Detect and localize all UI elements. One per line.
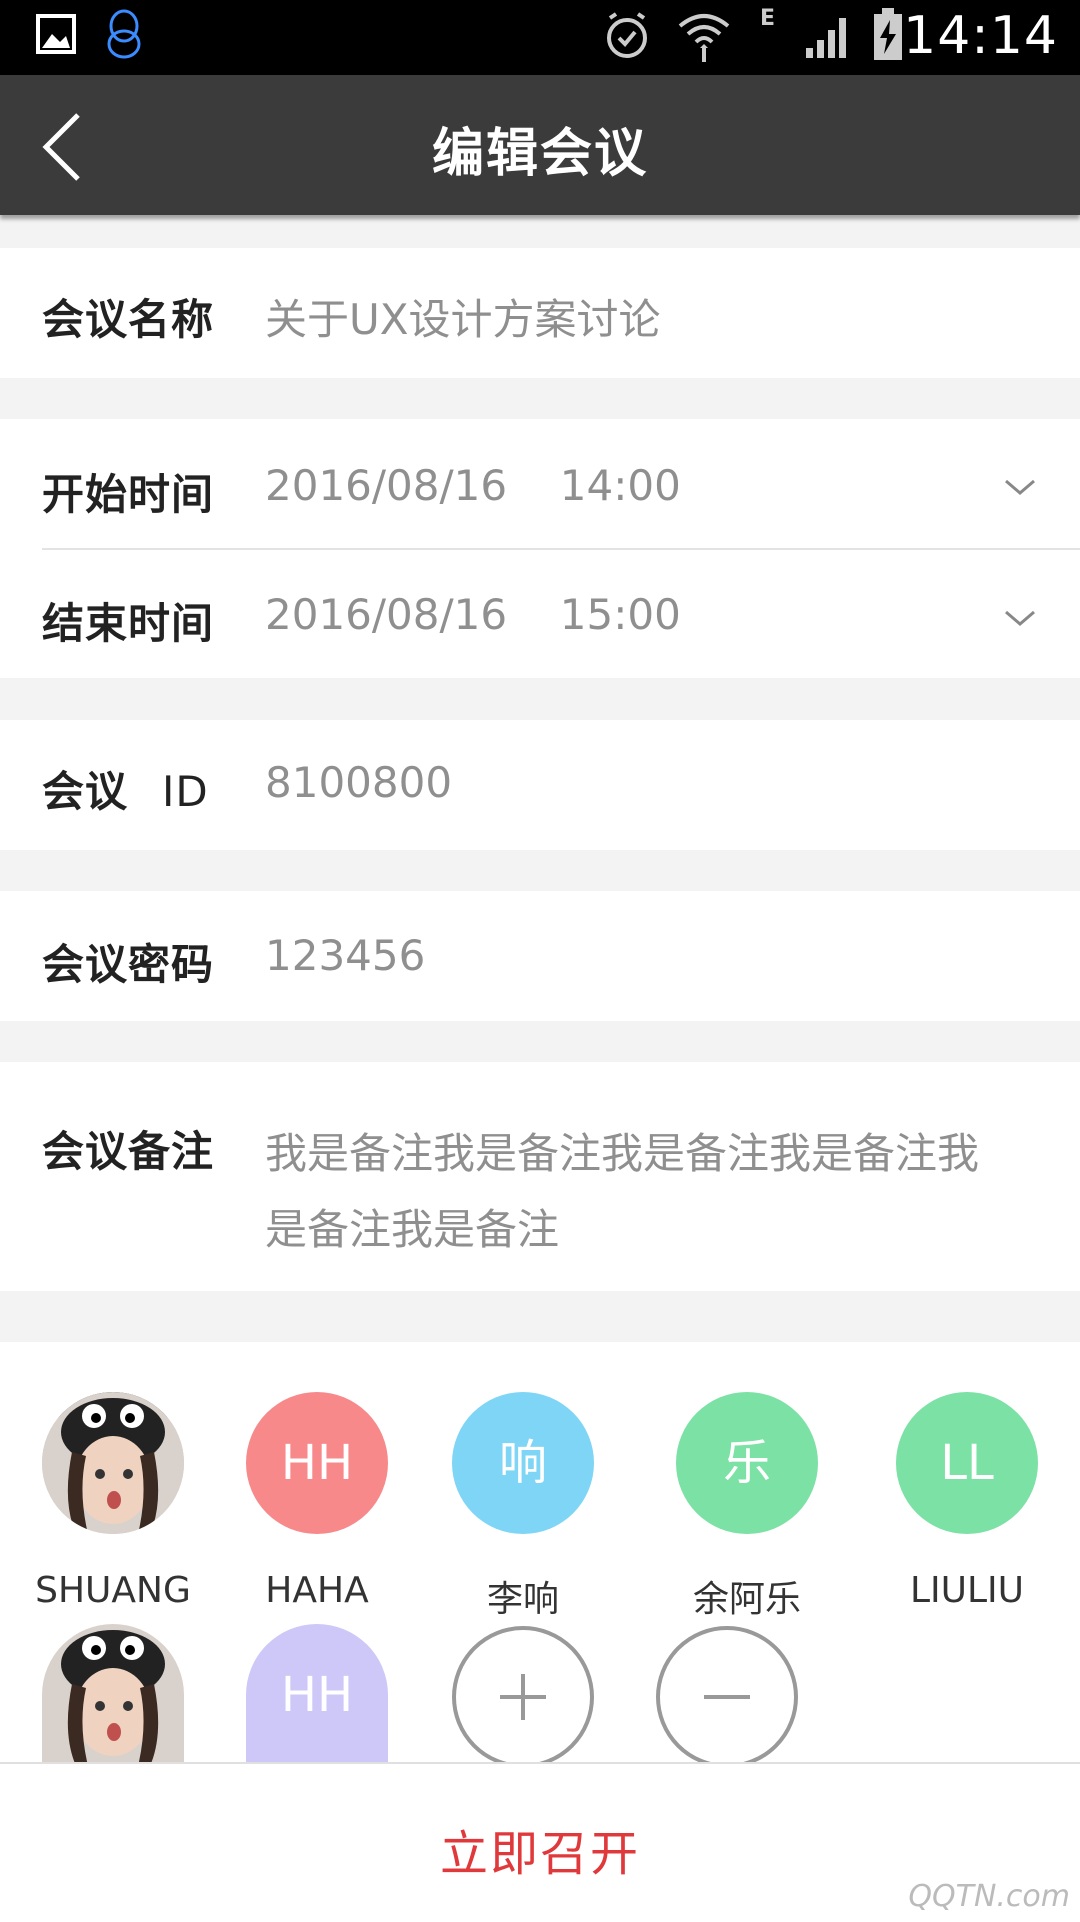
start-time-row[interactable]: 开始时间 2016/08/16 14:00 — [0, 419, 1080, 547]
add-member-button[interactable] — [450, 1624, 596, 1762]
meeting-id-row[interactable]: 会议 ID 8100800 — [0, 720, 1080, 850]
meeting-notes-row[interactable]: 会议备注 我是备注我是备注我是备注我是备注我 是备注我是备注 — [0, 1062, 1080, 1291]
avatar[interactable]: HH — [246, 1624, 388, 1762]
start-date: 2016/08/16 — [265, 461, 508, 510]
avatar-initials: 乐 — [722, 1435, 771, 1491]
meeting-name-input[interactable]: 关于UX设计方案讨论 — [265, 286, 661, 347]
chevron-down-icon[interactable] — [1002, 475, 1038, 499]
remove-member-button[interactable] — [654, 1624, 800, 1762]
clock: 14:14 — [903, 6, 1058, 66]
meeting-id-label: 会议 ID — [42, 758, 209, 819]
battery-charging-icon — [874, 8, 902, 60]
page-title: 编辑会议 — [431, 124, 648, 184]
chevron-down-icon[interactable] — [1002, 606, 1038, 630]
meeting-password-label: 会议密码 — [42, 940, 215, 989]
member-name: 余阿乐 — [692, 1579, 801, 1620]
avatar[interactable]: 响 — [452, 1392, 594, 1534]
member-name: 李响 — [486, 1579, 559, 1620]
meeting-id-value[interactable]: 8100800 — [265, 758, 452, 807]
user-photo — [42, 1392, 184, 1534]
members-panel: SHUANG HH HAHA 响 李响 乐 余阿乐 LL LIULIU HH — [0, 1342, 1080, 1762]
avatar-initials: 响 — [498, 1435, 547, 1491]
notes-line-2: 是备注我是备注 — [265, 1205, 560, 1254]
avatar[interactable]: HH — [246, 1392, 388, 1534]
end-time-label: 结束时间 — [42, 599, 215, 648]
avatar-initials: HH — [280, 1435, 354, 1491]
avatar[interactable]: LL — [896, 1392, 1038, 1534]
start-time-value[interactable]: 2016/08/16 14:00 — [265, 461, 681, 510]
alarm-icon — [607, 12, 647, 58]
watermark: QQTN.com — [908, 1879, 1070, 1914]
end-time-row[interactable]: 结束时间 2016/08/16 15:00 — [0, 550, 1080, 678]
member-name: HAHA — [265, 1570, 369, 1611]
member-name: LIULIU — [909, 1570, 1025, 1611]
wifi-icon — [678, 14, 730, 62]
meeting-name-row[interactable]: 会议名称 关于UX设计方案讨论 — [0, 248, 1080, 378]
avatar[interactable]: 乐 — [676, 1392, 818, 1534]
plus-icon — [500, 1674, 546, 1720]
avatar-initials: LL — [940, 1435, 994, 1491]
end-date: 2016/08/16 — [265, 590, 508, 639]
notes-line-1: 我是备注我是备注我是备注我是备注我 — [265, 1129, 980, 1178]
time-card: 开始时间 2016/08/16 14:00 结束时间 2016/08/16 15… — [0, 419, 1080, 678]
network-type-label: E — [760, 6, 776, 31]
bottom-bar: 立即召开 QQTN.com — [0, 1762, 1080, 1922]
qq-icon — [107, 9, 141, 59]
user-photo — [42, 1624, 184, 1762]
avatar[interactable] — [42, 1392, 184, 1534]
meeting-name-label: 会议名称 — [42, 295, 215, 344]
member-name: SHUANG — [35, 1570, 191, 1611]
avatar-initials: HH — [280, 1667, 354, 1723]
meeting-password-value[interactable]: 123456 — [265, 931, 425, 980]
title-bar: 编辑会议 — [0, 75, 1080, 215]
end-time: 15:00 — [559, 590, 681, 639]
avatar[interactable] — [42, 1624, 184, 1762]
meeting-id-label-suffix: ID — [162, 767, 209, 816]
meeting-id-label-main: 会议 — [42, 767, 129, 816]
image-icon — [36, 14, 76, 54]
meeting-password-row[interactable]: 会议密码 123456 — [0, 891, 1080, 1021]
meeting-notes-label: 会议备注 — [42, 1127, 215, 1176]
signal-icon — [806, 18, 846, 58]
start-meeting-button[interactable]: 立即召开 — [0, 1814, 1080, 1884]
start-time-label: 开始时间 — [42, 470, 215, 519]
meeting-notes-value[interactable]: 我是备注我是备注我是备注我是备注我 是备注我是备注 — [265, 1116, 979, 1268]
status-bar: E 14:14 — [0, 0, 1080, 75]
start-time: 14:00 — [559, 461, 681, 510]
end-time-value[interactable]: 2016/08/16 15:00 — [265, 590, 681, 639]
